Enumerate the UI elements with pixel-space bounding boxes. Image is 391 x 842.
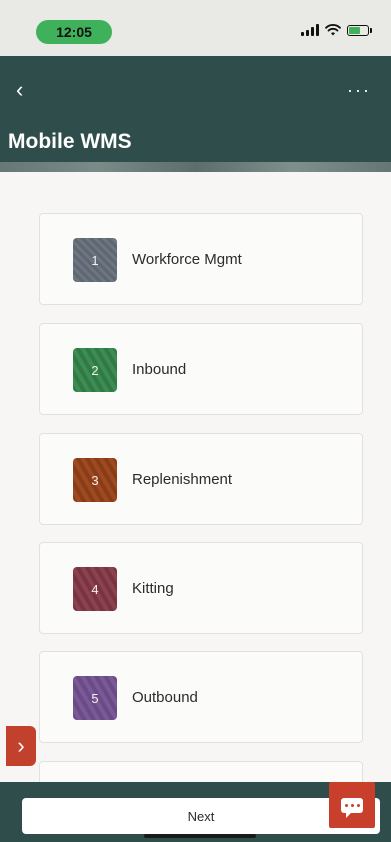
card-label: Kitting [132,579,174,597]
tile-number: 3 [91,472,99,488]
chat-button[interactable] [329,782,375,828]
more-icon: ··· [347,80,371,100]
menu-card-workforce-mgmt[interactable]: 1 Workforce Mgmt [39,213,363,305]
status-icons [301,24,372,36]
card-label: Inbound [132,360,187,378]
menu-card-inbound[interactable]: 2 Inbound [39,323,363,415]
status-bar: 12:05 [0,0,391,56]
tile-number: 2 [91,362,99,378]
menu-card-replenishment[interactable]: 3 Replenishment [39,433,363,525]
chat-icon [341,797,363,818]
home-indicator [144,834,256,838]
tile-icon: 3 [73,458,117,502]
battery-icon [347,24,372,36]
app-header: ‹ ··· Mobile WMS [0,56,391,172]
tile-icon: 5 [73,676,117,720]
back-button[interactable]: ‹ [16,76,44,104]
menu-card-kitting[interactable]: 4 Kitting [39,542,363,634]
card-label: Replenishment [132,470,233,488]
menu-card-list: 1 Workforce Mgmt 2 Inbound 3 Replenishme… [0,172,391,782]
tile-number: 5 [91,690,99,706]
tile-number: 1 [91,252,99,268]
tile-icon: 4 [73,567,117,611]
card-label: Outbound [132,688,198,706]
signal-icon [301,24,319,36]
tile-icon: 1 [73,238,117,282]
chevron-left-icon: ‹ [16,77,24,102]
status-time: 12:05 [36,20,112,44]
more-options-button[interactable]: ··· [343,76,375,104]
next-button[interactable]: Next [22,798,380,834]
menu-card-partial[interactable] [39,761,363,782]
page-title: Mobile WMS [8,130,132,153]
card-label: Workforce Mgmt [132,250,242,268]
wifi-icon [325,24,341,36]
chevron-right-icon: › [17,733,25,758]
tile-icon: 2 [73,348,117,392]
tile-number: 4 [91,581,99,597]
drawer-toggle-button[interactable]: › [6,726,36,766]
header-texture [0,162,391,172]
menu-card-outbound[interactable]: 5 Outbound [39,651,363,743]
